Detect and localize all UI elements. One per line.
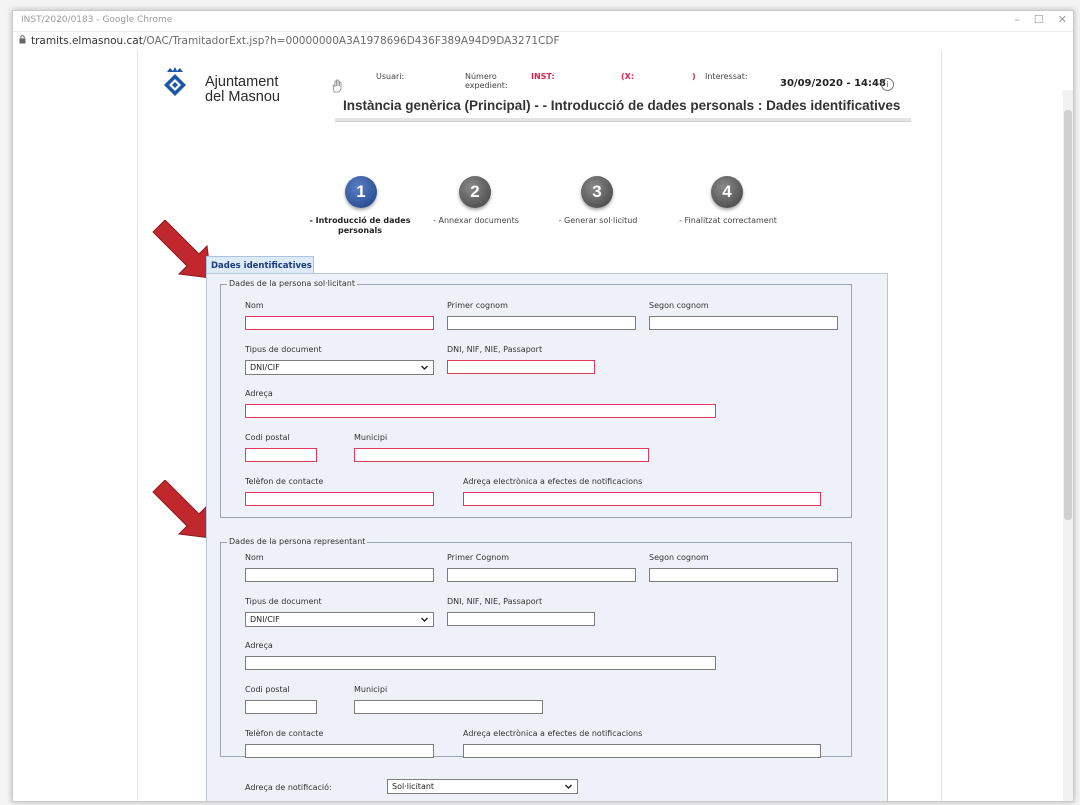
url-text[interactable]: tramits.elmasnou.cat/OAC/TramitadorExt.j… — [31, 35, 559, 47]
expedient-value: INST: — [531, 72, 555, 81]
form-panel: Dades de la persona sol·licitant Nom Pri… — [206, 273, 888, 801]
segon-cognom-input[interactable] — [649, 316, 838, 330]
rep-email-input[interactable] — [463, 744, 821, 758]
step-1-icon: 1 — [345, 176, 377, 208]
rep-codi-postal-input[interactable] — [245, 700, 317, 714]
notificacio-value: Sol·licitant — [392, 782, 435, 791]
page-margin-left — [137, 50, 138, 801]
email-input[interactable] — [463, 492, 821, 506]
tipus-document-select[interactable]: DNI/CIF — [245, 360, 434, 375]
info-icon[interactable]: i — [881, 78, 894, 91]
nom-input[interactable] — [245, 316, 434, 330]
expedient-code: (X: — [621, 72, 635, 81]
telefon-input[interactable] — [245, 492, 434, 506]
expedient-close: ) — [692, 72, 696, 81]
expedient-label-line-2: expedient: — [465, 81, 508, 90]
title-bar: INST/2020/0183 - Google Chrome – ☐ ✕ — [13, 11, 1073, 32]
lock-icon — [19, 35, 26, 44]
notificacio-select[interactable]: Sol·licitant — [387, 779, 578, 794]
logo-text: Ajuntament del Masnou — [205, 75, 280, 105]
representant-fieldset: Dades de la persona representant Nom Pri… — [220, 537, 852, 758]
window-title: INST/2020/0183 - Google Chrome — [21, 15, 173, 25]
logo-line-2: del Masnou — [205, 89, 280, 105]
step-4-icon: 4 — [711, 176, 743, 208]
rep-telefon-label: Telèfon de contacte — [245, 729, 324, 738]
logo-line-1: Ajuntament — [205, 74, 279, 90]
page-content: Ajuntament del Masnou Usuari: Número exp… — [13, 50, 1073, 801]
expedient-label-line-1: Número — [465, 72, 497, 81]
notificacio-label: Adreça de notificació: — [245, 783, 332, 792]
codi-postal-input[interactable] — [245, 448, 317, 462]
rep-tipus-document-label: Tipus de document — [245, 597, 322, 606]
dni-input[interactable] — [447, 360, 595, 374]
url-host: tramits.elmasnou.cat — [31, 35, 143, 47]
rep-telefon-input[interactable] — [245, 744, 434, 758]
rep-municipi-label: Municipi — [354, 685, 388, 694]
url-path: /OAC/TramitadorExt.jsp?h=00000000A3A1978… — [142, 35, 560, 47]
step-3-icon: 3 — [581, 176, 613, 208]
rep-tipus-document-select[interactable]: DNI/CIF — [245, 612, 434, 627]
step-3-label: - Generar sol·licitud — [558, 216, 638, 225]
rep-email-label: Adreça electrònica a efectes de notifica… — [463, 729, 643, 738]
masnou-logo-icon — [164, 67, 186, 96]
dni-label: DNI, NIF, NIE, Passaport — [447, 345, 543, 354]
window-controls: – ☐ ✕ — [1014, 13, 1067, 26]
rep-municipi-input[interactable] — [354, 700, 543, 714]
title-underline — [335, 118, 911, 122]
step-1-label-line-1: - Introducció de dades — [309, 216, 411, 225]
rep-dni-input[interactable] — [447, 612, 595, 626]
solicitant-fieldset: Dades de la persona sol·licitant Nom Pri… — [220, 279, 852, 518]
solicitant-legend: Dades de la persona sol·licitant — [227, 279, 357, 288]
minimize-icon[interactable]: – — [1014, 13, 1020, 26]
rep-dni-label: DNI, NIF, NIE, Passaport — [447, 597, 543, 606]
step-1-label: - Introducció de dades personals — [285, 216, 435, 236]
rep-segon-cognom-label: Segon cognom — [649, 553, 709, 562]
user-label: Usuari: — [376, 72, 405, 81]
maximize-icon[interactable]: ☐ — [1034, 13, 1044, 26]
page-margin-right — [941, 50, 942, 801]
email-label: Adreça electrònica a efectes de notifica… — [463, 477, 643, 486]
chevron-down-icon — [421, 617, 428, 622]
step-2-label: - Annexar documents — [433, 216, 519, 225]
step-2-icon: 2 — [459, 176, 491, 208]
rep-nom-input[interactable] — [245, 568, 434, 582]
municipi-input[interactable] — [354, 448, 649, 462]
address-bar[interactable]: tramits.elmasnou.cat/OAC/TramitadorExt.j… — [13, 32, 1073, 51]
adreca-input[interactable] — [245, 404, 716, 418]
tipus-document-value: DNI/CIF — [250, 363, 280, 372]
page-title: Instància genèrica (Principal) - - Intro… — [343, 98, 901, 113]
primer-cognom-input[interactable] — [447, 316, 636, 330]
browser-window: INST/2020/0183 - Google Chrome – ☐ ✕ tra… — [12, 10, 1074, 802]
datetime: 30/09/2020 - 14:48 — [780, 78, 886, 89]
rep-adreca-input[interactable] — [245, 656, 716, 670]
rep-primer-cognom-label: Primer Cognom — [447, 553, 510, 562]
rep-adreca-label: Adreça — [245, 641, 273, 650]
rep-codi-postal-label: Codi postal — [245, 685, 290, 694]
nom-label: Nom — [245, 301, 264, 310]
tab-dades-identificatives[interactable]: Dades identificatives — [206, 256, 314, 274]
municipi-label: Municipi — [354, 433, 388, 442]
codi-postal-label: Codi postal — [245, 433, 290, 442]
chevron-down-icon — [565, 784, 572, 789]
rep-primer-cognom-input[interactable] — [447, 568, 636, 582]
interessat-label: Interessat: — [705, 72, 748, 81]
scrollbar-thumb[interactable] — [1064, 110, 1072, 520]
chevron-down-icon — [421, 365, 428, 370]
step-4-label: - Finalitzat correctament — [679, 216, 777, 225]
rep-nom-label: Nom — [245, 553, 264, 562]
rep-segon-cognom-input[interactable] — [649, 568, 838, 582]
telefon-label: Telèfon de contacte — [245, 477, 324, 486]
close-icon[interactable]: ✕ — [1058, 13, 1067, 26]
step-1-label-line-2: personals — [338, 226, 382, 235]
expedient-label: Número expedient: — [465, 72, 508, 90]
segon-cognom-label: Segon cognom — [649, 301, 709, 310]
tipus-document-label: Tipus de document — [245, 345, 322, 354]
rep-tipus-document-value: DNI/CIF — [250, 615, 280, 624]
adreca-label: Adreça — [245, 389, 273, 398]
primer-cognom-label: Primer cognom — [447, 301, 508, 310]
hand-icon — [332, 79, 342, 93]
representant-legend: Dades de la persona representant — [227, 537, 368, 546]
